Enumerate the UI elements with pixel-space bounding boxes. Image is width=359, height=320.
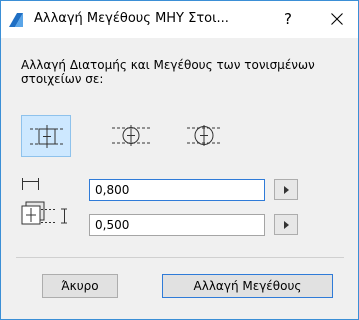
title-bar: Αλλαγή Μεγέθους ΜΗΥ Στοι... ? <box>1 1 358 38</box>
close-button[interactable] <box>316 1 358 38</box>
resize-dialog: Αλλαγή Μεγέθους ΜΗΥ Στοι... ? Αλλαγή Δια… <box>0 0 359 320</box>
archicad-icon <box>8 12 24 28</box>
window-title: Αλλαγή Μεγέθους ΜΗΥ Στοι... <box>34 11 229 26</box>
rectangle-opening-icon <box>30 125 64 148</box>
rectangle-shape-button[interactable] <box>21 115 71 157</box>
height-options-button[interactable] <box>274 214 298 235</box>
separator <box>16 257 344 258</box>
width-dimension-icon <box>21 177 41 194</box>
width-input[interactable] <box>89 179 265 201</box>
resize-button[interactable]: Αλλαγή Μεγέθους <box>162 274 333 298</box>
width-options-button[interactable] <box>274 179 298 200</box>
help-button[interactable]: ? <box>271 1 305 38</box>
description-label: Αλλαγή Διατομής και Μεγέθους των τονισμέ… <box>21 58 315 86</box>
arrow-right-icon <box>284 221 289 229</box>
oval-shape-button[interactable] <box>179 115 229 157</box>
close-icon <box>331 13 343 25</box>
arrow-right-icon <box>284 186 289 194</box>
cancel-button[interactable]: Άκυρο <box>42 274 118 298</box>
circle-shape-button[interactable] <box>106 115 156 157</box>
height-dimension-icon <box>21 199 73 232</box>
height-input[interactable] <box>89 214 265 236</box>
circle-opening-icon <box>112 125 150 146</box>
oval-opening-icon <box>187 125 221 146</box>
